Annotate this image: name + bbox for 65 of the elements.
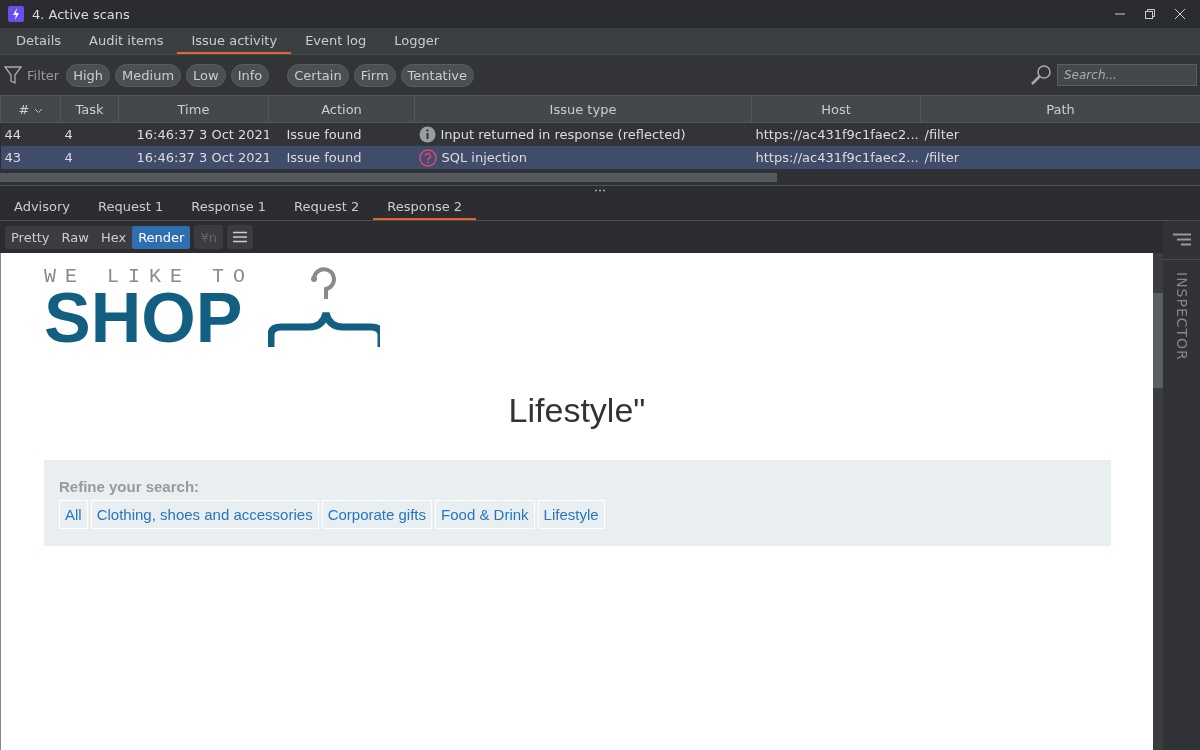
logo-tagline: WE LIKE TO	[44, 267, 255, 287]
view-mode-tab[interactable]: Hex	[94, 225, 133, 249]
tab[interactable]: Response 1	[177, 195, 281, 220]
column-header[interactable]: Path	[920, 95, 1200, 123]
view-mode-tab[interactable]: Raw	[55, 225, 95, 249]
question-icon	[418, 148, 437, 167]
tab[interactable]: Event log	[291, 28, 381, 54]
menu-icon	[232, 231, 247, 243]
column-header[interactable]: Task	[60, 95, 119, 123]
category-link[interactable]: Lifestyle	[537, 500, 605, 529]
restore-icon[interactable]	[1144, 8, 1156, 20]
splitter-handle[interactable]	[594, 189, 606, 192]
table-cell: Issue found	[286, 150, 362, 165]
scrollbar-thumb[interactable]	[0, 172, 777, 182]
window-title: 4. Active scans	[32, 6, 131, 22]
confidence-chip[interactable]: Tentative	[400, 63, 474, 87]
table-cell: 4	[64, 150, 73, 165]
close-icon[interactable]	[1174, 8, 1186, 20]
category-link[interactable]: Food & Drink	[435, 500, 535, 529]
search-field[interactable]: Search...	[1057, 64, 1197, 86]
table-cell: /filter	[924, 150, 960, 165]
tab[interactable]: Advisory	[0, 195, 84, 220]
table-cell: https://ac431f9c1faec2...	[755, 150, 919, 165]
column-header[interactable]: Host	[751, 95, 921, 123]
menu-button[interactable]	[226, 225, 253, 249]
table-cell: SQL injection	[441, 150, 527, 165]
logo-text: SHOP	[44, 287, 243, 349]
table-cell: 44	[4, 127, 22, 142]
tab[interactable]: Details	[2, 28, 76, 54]
table-cell: Input returned in response (reflected)	[440, 127, 686, 142]
tab[interactable]: Audit items	[75, 28, 178, 54]
page-heading: Lifestyle"	[507, 391, 647, 430]
tab[interactable]: Request 1	[84, 195, 178, 220]
column-header[interactable]: Action	[268, 95, 415, 123]
inspector-tab[interactable]: INSPECTOR	[1173, 272, 1190, 361]
tab[interactable]: Request 2	[280, 195, 374, 220]
severity-chip[interactable]: Medium	[115, 63, 182, 87]
table-cell: Issue found	[286, 127, 362, 142]
category-link[interactable]: Corporate gifts	[321, 500, 433, 529]
info-icon	[418, 126, 436, 143]
category-link[interactable]: Clothing, shoes and accessories	[90, 500, 319, 529]
search-icon[interactable]	[1030, 64, 1052, 86]
severity-chip[interactable]: Info	[230, 63, 270, 87]
sort-icon[interactable]	[33, 107, 43, 114]
column-header[interactable]: Issue type	[414, 95, 752, 123]
refine-label: Refine your search:	[59, 478, 201, 495]
category-link[interactable]: All	[59, 500, 88, 529]
view-mode-tab[interactable]: Pretty	[5, 225, 56, 249]
menu-icon[interactable]	[1172, 233, 1191, 247]
filter-label: Filter	[27, 67, 60, 83]
table-cell: /filter	[924, 127, 960, 142]
confidence-chip[interactable]: Certain	[287, 63, 349, 87]
table-cell: https://ac431f9c1faec2...	[755, 127, 919, 142]
column-header[interactable]: #	[0, 95, 61, 123]
tab[interactable]: Logger	[380, 28, 454, 54]
view-mode-tab[interactable]: Render	[132, 225, 191, 249]
lightning-icon	[8, 6, 24, 22]
severity-chip[interactable]: High	[66, 63, 111, 87]
column-header[interactable]: Time	[118, 95, 269, 123]
table-cell: 43	[4, 150, 22, 165]
severity-chip[interactable]: Low	[186, 63, 226, 87]
scrollbar-thumb[interactable]	[1153, 293, 1163, 388]
confidence-chip[interactable]: Firm	[353, 63, 396, 87]
table-cell: 4	[64, 127, 73, 142]
filter-icon[interactable]	[4, 65, 22, 85]
